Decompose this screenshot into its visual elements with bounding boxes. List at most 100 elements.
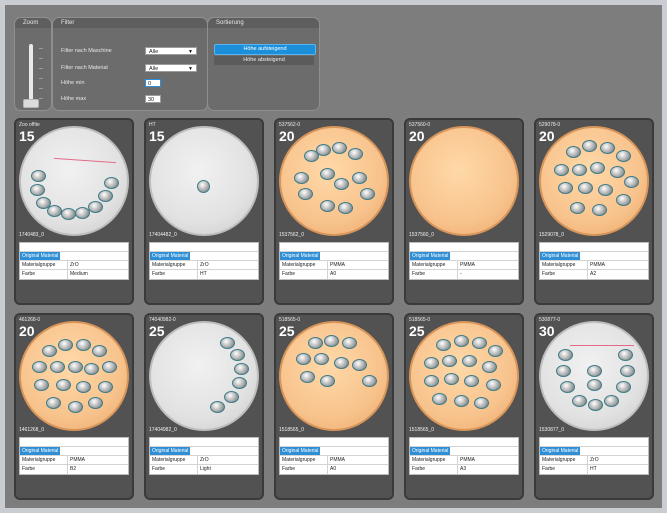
group-label: Materialgruppe (20, 456, 68, 464)
tooth-shape (76, 339, 91, 351)
job-card[interactable]: Zoo offite 15 1740483_0 Original Materia… (14, 118, 134, 305)
material-table: Original Material Materialgruppe PMMA Far… (409, 242, 519, 280)
card-height: 15 (19, 128, 35, 144)
card-height: 25 (279, 323, 295, 339)
tooth-shape (620, 365, 635, 377)
tooth-shape (436, 339, 451, 351)
table-row: Original Material (20, 447, 128, 456)
tooth-shape (234, 363, 249, 375)
tooth-shape (624, 176, 639, 188)
table-row: Materialgruppe PMMA (540, 261, 648, 270)
marker-line (570, 345, 634, 346)
card-id: 1529078_0 (539, 232, 565, 238)
group-label: Materialgruppe (280, 456, 328, 464)
tooth-shape (554, 164, 569, 176)
color-label: Farbe (540, 465, 588, 474)
tooth-shape (32, 361, 47, 373)
tooth-shape (558, 349, 573, 361)
tooth-shape (472, 337, 487, 349)
job-card[interactable]: HT 15 17404482_0 Original Material Mater… (144, 118, 264, 305)
color-value: Light (200, 466, 211, 472)
table-row (280, 243, 388, 252)
tooth-shape (474, 397, 489, 409)
tooth-shape (230, 349, 245, 361)
tooth-shape (320, 375, 335, 387)
job-card[interactable]: 518565-0 25 1518565_0 Original Material … (404, 313, 524, 500)
color-value: B2 (70, 466, 77, 472)
tooth-shape (50, 361, 65, 373)
table-row: Farbe A0 (280, 465, 388, 474)
tooth-shape (360, 188, 375, 200)
color-value: HT (590, 466, 597, 472)
tooth-shape (92, 345, 107, 357)
blank-disc (149, 321, 259, 431)
tooth-shape (424, 375, 439, 387)
material-table: Original Material Materialgruppe ZrO Farb… (539, 437, 649, 475)
table-row: Original Material (410, 252, 518, 261)
job-card[interactable]: 537560-0 20 1537560_0 Original Material … (404, 118, 524, 305)
sort-descending-button[interactable]: Höhe absteigend (214, 56, 314, 65)
card-id: 1530877_0 (539, 427, 565, 433)
chevron-down-icon: ▼ (188, 66, 193, 72)
color-value: A0 (330, 271, 337, 277)
job-card[interactable]: 518565-0 25 1518565_0 Original Material … (274, 313, 394, 500)
tooth-shape (314, 353, 329, 365)
job-card[interactable]: 461268-0 20 1461268_0 Original Material … (14, 313, 134, 500)
height-min-label: Höhe min (61, 80, 85, 86)
filter-machine-select[interactable]: Alle ▼ (145, 47, 197, 55)
tooth-shape (296, 353, 311, 365)
tooth-shape (560, 381, 575, 393)
job-card[interactable]: 74040982-0 25 17404982_0 Original Materi… (144, 313, 264, 500)
tooth-shape (102, 361, 117, 373)
material-table: Original Material Materialgruppe PMMA Far… (279, 437, 389, 475)
tooth-shape (432, 393, 447, 405)
group-value: ZrO (200, 262, 209, 268)
job-card[interactable]: 537562-0 20 1537562_0 Original Material … (274, 118, 394, 305)
material-header: Original Material (410, 447, 451, 455)
tooth-shape (308, 337, 323, 349)
height-min-input[interactable]: 0 (145, 79, 161, 87)
height-max-input[interactable]: 30 (145, 95, 161, 103)
filter-panel: Filter Filter nach Maschine Alle ▼ Filte… (52, 17, 208, 111)
color-value: HT (200, 271, 207, 277)
filter-material-select[interactable]: Alle ▼ (145, 64, 197, 72)
zoom-slider[interactable] (29, 44, 33, 106)
material-header: Original Material (150, 252, 191, 260)
sort-ascending-button[interactable]: Höhe aufsteigend (214, 44, 316, 55)
card-height: 20 (279, 128, 295, 144)
tooth-shape (618, 349, 633, 361)
color-label: Farbe (540, 270, 588, 279)
tooth-shape (324, 335, 339, 347)
tooth-shape (464, 375, 479, 387)
tooth-shape (47, 205, 62, 217)
color-label: Farbe (410, 270, 458, 279)
group-label: Materialgruppe (150, 456, 198, 464)
tooth-shape (46, 397, 61, 409)
card-id: 1461268_0 (19, 427, 45, 433)
group-value: PMMA (330, 457, 345, 463)
group-value: PMMA (70, 457, 85, 463)
tooth-shape (232, 377, 247, 389)
filter-material-value: Alle (149, 66, 159, 72)
job-card[interactable]: 530877-0 30 1530877_0 Original Material … (534, 313, 654, 500)
tooth-shape (582, 140, 597, 152)
card-id: 1518565_0 (279, 427, 305, 433)
zoom-slider-thumb[interactable] (23, 99, 39, 108)
tooth-shape (98, 190, 113, 202)
card-id: 17404482_0 (149, 232, 177, 238)
color-value: A0 (330, 466, 337, 472)
material-table: Original Material Materialgruppe PMMA Far… (19, 437, 129, 475)
table-row (20, 438, 128, 447)
height-max-label: Höhe max (61, 96, 87, 102)
tooth-shape (56, 379, 71, 391)
job-card[interactable]: 529078-0 20 1529078_0 Original Material … (534, 118, 654, 305)
material-table: Original Material Materialgruppe PMMA Far… (539, 242, 649, 280)
tooth-shape (600, 142, 615, 154)
tooth-shape (334, 178, 349, 190)
tooth-shape (570, 202, 585, 214)
tooth-shape (566, 146, 581, 158)
group-label: Materialgruppe (410, 261, 458, 269)
color-label: Farbe (20, 465, 68, 474)
tooth-shape (598, 184, 613, 196)
group-label: Materialgruppe (150, 261, 198, 269)
